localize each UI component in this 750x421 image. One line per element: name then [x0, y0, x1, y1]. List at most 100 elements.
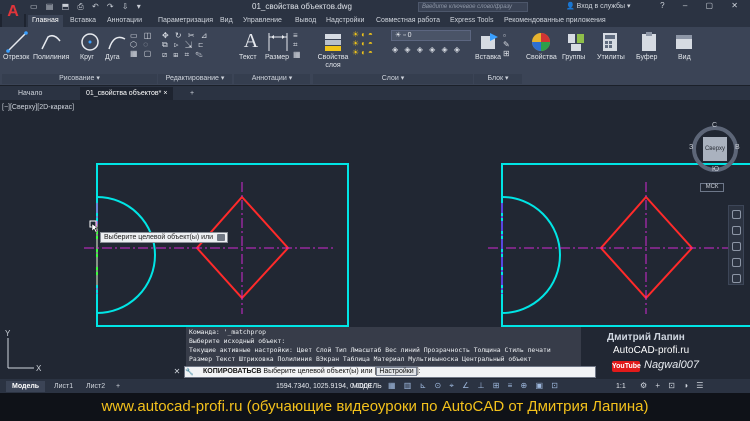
annotation-scale[interactable]: 1:1 — [616, 383, 626, 390]
command-line-close-icon[interactable]: ✕ — [172, 367, 182, 377]
text-tool-label[interactable]: Текст — [239, 54, 257, 61]
polyline-tool-label[interactable]: Полилиния — [33, 54, 69, 61]
tab-output[interactable]: Вывод — [291, 15, 320, 27]
group-modify-text: Редактирование — [165, 75, 219, 82]
status-tools[interactable]: ⚙ + ⊡ ◑ ☰ — [640, 381, 706, 390]
close-icon[interactable]: × — [163, 90, 167, 97]
tab-addins[interactable]: Надстройки — [322, 15, 368, 27]
viewcube-east[interactable]: В — [735, 144, 740, 151]
ucs-dropdown[interactable]: МСК — [700, 183, 724, 192]
properties-label[interactable]: Свойства — [526, 54, 557, 61]
tab-view[interactable]: Вид — [216, 15, 237, 27]
signin-label: Вход в службы — [576, 3, 626, 10]
title-bar: ▭ ▤ ⬒ ⎙ ↶ ↷ ⇩ ▾ 01_свойства объектов.dwg… — [0, 0, 750, 14]
history-line: Команда: '_matchprop — [189, 328, 266, 336]
drafting-toggles[interactable]: ▦ ▥ ⊾ ⊙ ⌖ ∠ ⊥ ⊞ ≡ ⊕ ▣ ⊡ — [388, 381, 561, 391]
group-annotation-text: Аннотации — [251, 75, 287, 82]
group-draw-label[interactable]: Рисование ▾ — [2, 74, 157, 84]
layer-dropdown[interactable]: ☀ ▫ 0 — [391, 30, 471, 41]
zoom-icon[interactable] — [732, 242, 741, 251]
viewcube[interactable]: С Ю З В Сверху — [688, 122, 748, 182]
groups-label[interactable]: Группы — [562, 54, 585, 61]
annotation-small-tools[interactable]: ≡ ⌗ ▦ — [293, 31, 309, 59]
viewcube-south[interactable]: Ю — [712, 166, 719, 173]
group-modify-label[interactable]: Редактирование ▾ — [158, 74, 232, 84]
properties-palette-icon[interactable] — [530, 31, 552, 53]
arc-tool-label[interactable]: Дуга — [105, 54, 120, 61]
layer-properties-icon[interactable] — [322, 31, 344, 53]
arc-tool-icon[interactable] — [106, 31, 128, 53]
search-input[interactable]: Введите ключевое слово/фразу — [418, 2, 528, 12]
polyline-tool-icon[interactable] — [40, 31, 62, 53]
file-tab-current[interactable]: 01_свойства объектов* × — [80, 87, 174, 100]
layer-small-tools[interactable]: ☀◐◓ ☀◐◓ ☀◐◓ — [352, 30, 390, 57]
command-line-input[interactable]: КОПИРОВАТЬСВ Выберите целевой объект(ы) … — [184, 366, 596, 378]
tab-featured-apps[interactable]: Рекомендованные приложения — [500, 15, 610, 27]
layer-properties-label[interactable]: Свойства слоя — [315, 54, 351, 70]
tab-collaborate[interactable]: Совместная работа — [372, 15, 444, 27]
utilities-calculator-icon[interactable] — [599, 31, 621, 53]
layout-tab-model[interactable]: Модель — [6, 381, 46, 392]
tab-annotate[interactable]: Аннотации — [103, 15, 146, 27]
modify-small-tools[interactable]: ✥ ↻ ✂ ⊿ ⧉ ⊳ ⇲ ⊏ ⧄ ⊞ ⌗ ✎ — [162, 31, 232, 60]
insert-block-label[interactable]: Вставка — [475, 54, 501, 61]
tab-parametric[interactable]: Параметризация — [154, 15, 217, 27]
text-tool-icon[interactable]: A — [240, 30, 262, 52]
watermark-author: Дмитрий Лапин — [607, 332, 685, 343]
file-tab-start[interactable]: Начало — [12, 87, 48, 100]
layer-row-tools[interactable]: ◈ ◈ ◈ ◈ ◈ ◈ — [392, 45, 472, 54]
view-label[interactable]: Вид — [678, 54, 691, 61]
block-small-tools[interactable]: ▫ ✎ ⊞ — [503, 31, 521, 58]
window-controls[interactable]: ? – ▢ ✕ — [660, 1, 746, 10]
model-space-toggle[interactable]: МОДЕЛЬ — [352, 383, 382, 390]
tab-manage[interactable]: Управление — [239, 15, 286, 27]
application-menu-logo[interactable]: A — [2, 1, 24, 27]
steering-wheel-icon[interactable] — [732, 210, 741, 219]
group-layers-label[interactable]: Слои ▾ — [313, 74, 473, 84]
pan-icon[interactable] — [732, 226, 741, 235]
circle-tool-label[interactable]: Круг — [80, 54, 94, 61]
layout-tab-sheet2[interactable]: Лист2 — [80, 381, 111, 392]
layer-dropdown-value: 0 — [407, 32, 412, 39]
orbit-icon[interactable] — [732, 258, 741, 267]
viewcube-north[interactable]: С — [712, 122, 717, 129]
quick-access-toolbar[interactable]: ▭ ▤ ⬒ ⎙ ↶ ↷ ⇩ ▾ — [30, 2, 144, 12]
left-semicircle[interactable] — [96, 196, 156, 314]
line-tool-label[interactable]: Отрезок — [3, 54, 29, 61]
watermark-nickname: Nagwal007 — [644, 359, 700, 371]
tab-express-tools[interactable]: Express Tools — [446, 15, 497, 27]
command-history: Команда: '_matchprop Выберите исходный о… — [186, 327, 581, 366]
youtube-logo-icon: YouTube — [612, 361, 641, 372]
clipboard-label[interactable]: Буфер — [636, 54, 657, 61]
utilities-label[interactable]: Утилиты — [597, 54, 625, 61]
viewcube-west[interactable]: З — [689, 144, 693, 151]
add-layout-button[interactable]: + — [110, 381, 126, 392]
clipboard-icon[interactable] — [638, 31, 660, 53]
new-tab-button[interactable]: + — [184, 87, 200, 100]
view-icon[interactable] — [673, 31, 695, 53]
tab-home[interactable]: Главная — [28, 15, 63, 27]
options-dropdown-icon[interactable] — [217, 234, 226, 241]
left-rectangle[interactable] — [96, 163, 349, 327]
groups-icon[interactable] — [565, 31, 587, 53]
draw-small-tools[interactable]: ▭ ◫ ⬡ ◌ ▦ ▢ — [130, 31, 158, 58]
wrench-icon[interactable]: 🔧 — [185, 368, 197, 377]
group-annotation-label[interactable]: Аннотации ▾ — [234, 74, 310, 84]
settings-option[interactable]: Настройки — [376, 367, 417, 376]
file-tab-current-label: 01_свойства объектов* — [86, 90, 162, 97]
layout-tab-sheet1[interactable]: Лист1 — [48, 381, 79, 392]
viewcube-top-face[interactable]: Сверху — [703, 137, 727, 161]
group-block-label[interactable]: Блок ▾ — [474, 74, 522, 84]
ucs-y-label: Y — [5, 329, 11, 338]
line-tool-icon[interactable] — [6, 31, 28, 53]
signin-button[interactable]: 👤 Вход в службы ▾ — [566, 2, 631, 10]
right-semicircle[interactable] — [501, 196, 561, 314]
tab-insert[interactable]: Вставка — [66, 15, 100, 27]
circle-tool-icon[interactable] — [79, 31, 101, 53]
dimension-tool-icon[interactable] — [267, 31, 289, 53]
active-command-prompt: Выберите целевой объект(ы) или — [263, 368, 373, 375]
navigation-bar — [728, 205, 744, 285]
showmotion-icon[interactable] — [732, 274, 741, 283]
insert-block-icon[interactable] — [478, 31, 500, 53]
dimension-tool-label[interactable]: Размер — [265, 54, 289, 61]
